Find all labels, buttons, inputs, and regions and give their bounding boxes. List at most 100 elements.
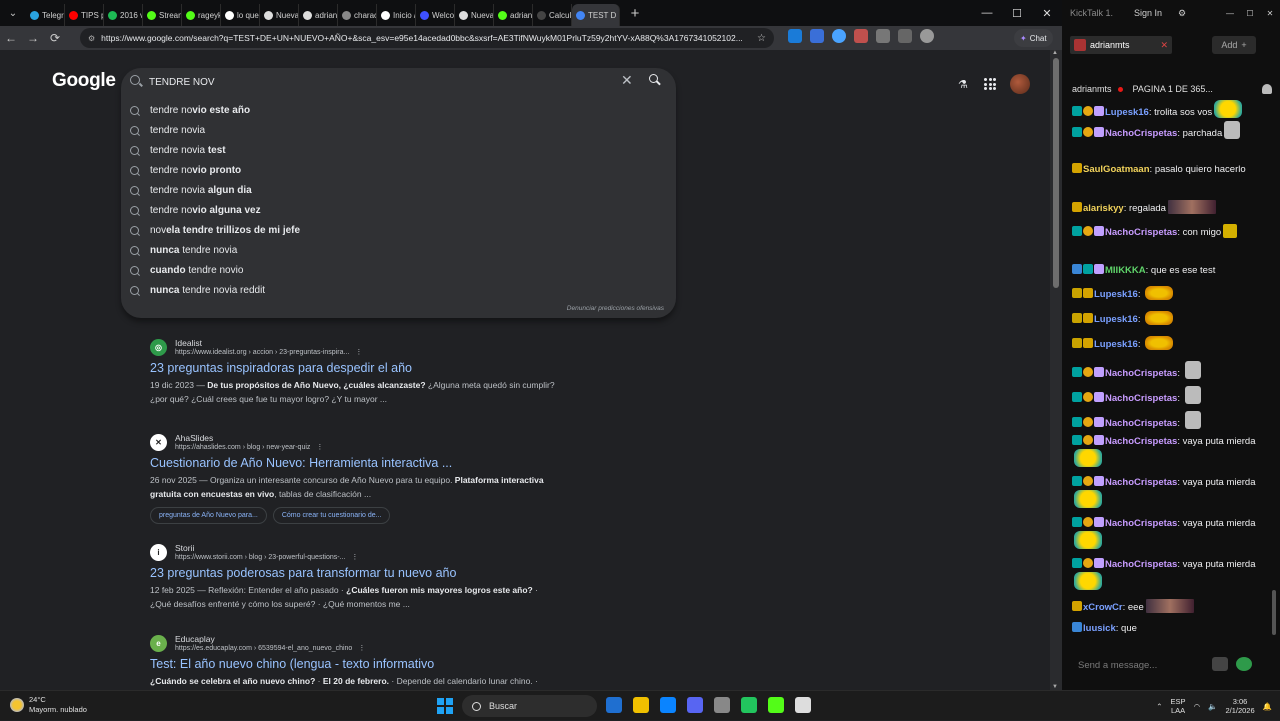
taskbar-app-icon[interactable] — [687, 697, 703, 713]
bookmark-star-icon[interactable]: ☆ — [757, 33, 766, 44]
labs-flask-icon[interactable]: ⚗ — [958, 78, 970, 91]
chat-username[interactable]: alariskyy — [1083, 203, 1124, 214]
kick-emote-icon[interactable] — [1212, 657, 1228, 671]
google-apps-icon[interactable] — [984, 78, 996, 90]
result-site-row[interactable]: i Storii https://www.storii.com › blog › 2… — [150, 543, 570, 561]
chat-username[interactable]: Lupesk16 — [1094, 314, 1138, 325]
chat-username[interactable]: Lupesk16 — [1094, 289, 1138, 300]
taskbar-app-icon[interactable] — [768, 697, 784, 713]
taskbar-app-icon[interactable] — [660, 697, 676, 713]
suggestion-item[interactable]: cuando tendre novio — [121, 260, 676, 280]
result-menu-icon[interactable]: ⋮ — [351, 554, 358, 561]
extension-gray-icon[interactable] — [876, 29, 890, 43]
chat-username[interactable]: NachoCrispetas — [1105, 393, 1177, 404]
taskbar-app-icon[interactable] — [606, 697, 622, 713]
chat-username[interactable]: NachoCrispetas — [1105, 518, 1177, 529]
message-input[interactable]: Send a message... — [1070, 652, 1210, 678]
browser-tab[interactable]: Nueva✕ — [260, 4, 299, 26]
language-indicator[interactable]: ESP LAA — [1171, 697, 1186, 715]
gemini-chat-button[interactable]: ✦ Chat — [1014, 29, 1053, 47]
new-tab-button[interactable]: + — [624, 2, 646, 24]
suggestion-item[interactable]: tendre novio alguna vez — [121, 200, 676, 220]
suggestion-item[interactable]: tendre novia test — [121, 140, 676, 160]
suggestion-item[interactable]: nunca tendre novia — [121, 240, 676, 260]
notifications-icon[interactable]: 🔔 — [1263, 702, 1272, 711]
browser-tab[interactable]: adrian✕ — [299, 4, 338, 26]
clock[interactable]: 3:06 2/1/2026 — [1225, 697, 1254, 715]
scroll-up-icon[interactable]: ▲ — [1052, 50, 1058, 56]
volume-icon[interactable]: 🔈 — [1208, 702, 1217, 711]
result-site-row[interactable]: ✕ AhaSlides https://ahaslides.com › blog ›… — [150, 433, 570, 451]
tab-search-menu-icon[interactable]: ⌄ — [0, 0, 26, 26]
browser-tab[interactable]: Stream✕ — [143, 4, 182, 26]
google-logo[interactable]: Google — [52, 70, 116, 92]
extension-red-icon[interactable] — [854, 29, 868, 43]
forward-icon[interactable]: → — [22, 27, 44, 49]
chat-username[interactable]: NachoCrispetas — [1105, 128, 1177, 139]
back-icon[interactable]: ← — [0, 27, 22, 49]
add-channel-button[interactable]: Add + — [1212, 36, 1256, 54]
result-menu-icon[interactable]: ⋮ — [355, 349, 362, 356]
maximize-icon[interactable]: ☐ — [1002, 0, 1032, 26]
clear-search-icon[interactable]: ✕ — [621, 72, 633, 89]
chat-username[interactable]: Lupesk16 — [1094, 339, 1138, 350]
extension-blue-icon[interactable] — [832, 29, 846, 43]
sign-in-button[interactable]: Sign In — [1134, 8, 1162, 18]
browser-tab[interactable]: rageyk✕ — [182, 4, 221, 26]
user-list-icon[interactable] — [1262, 84, 1272, 94]
reload-icon[interactable]: ⟳ — [44, 27, 66, 49]
profile-avatar-icon[interactable] — [920, 29, 934, 43]
chat-username[interactable]: NachoCrispetas — [1105, 477, 1177, 488]
site-info-icon[interactable]: ⚙ — [88, 34, 95, 43]
chat-username[interactable]: xCrowCr — [1083, 602, 1123, 613]
weather-widget[interactable]: 24°C Mayorm. nublado — [10, 695, 87, 715]
address-bar[interactable]: ⚙ https://www.google.com/search?q=TEST+D… — [80, 28, 774, 48]
browser-tab[interactable]: Welco✕ — [416, 4, 455, 26]
chat-username[interactable]: NachoCrispetas — [1105, 227, 1177, 238]
related-chip[interactable]: preguntas de Año Nuevo para... — [150, 507, 267, 524]
result-title-link[interactable]: Cuestionario de Año Nuevo: Herramienta i… — [150, 456, 570, 470]
taskbar-app-icon[interactable] — [633, 697, 649, 713]
tab-close-icon[interactable]: ✕ — [619, 11, 620, 20]
search-submit-icon[interactable] — [649, 74, 661, 86]
result-title-link[interactable]: 23 preguntas inspiradoras para despedir … — [150, 361, 570, 375]
browser-tab[interactable]: Telegr✕ — [26, 4, 65, 26]
chat-username[interactable]: luusick — [1083, 623, 1116, 634]
taskbar-app-icon[interactable] — [714, 697, 730, 713]
extension-kick-icon[interactable] — [788, 29, 802, 43]
extensions-puzzle-icon[interactable] — [898, 29, 912, 43]
result-site-row[interactable]: ◎ Idealist https://www.idealist.org › acci… — [150, 338, 570, 356]
browser-tab[interactable]: TEST D✕ — [572, 4, 620, 26]
start-button-icon[interactable] — [437, 698, 453, 714]
scrollbar-thumb[interactable] — [1053, 58, 1059, 288]
browser-tab[interactable]: lo que✕ — [221, 4, 260, 26]
browser-tab[interactable]: charac✕ — [338, 4, 377, 26]
tray-overflow-icon[interactable]: ⌃ — [1156, 702, 1162, 711]
chat-scrollbar[interactable] — [1270, 100, 1278, 645]
minimize-icon[interactable]: — — [972, 0, 1002, 26]
browser-tab[interactable]: Nueva✕ — [455, 4, 494, 26]
suggestion-item[interactable]: tendre novia algun dia — [121, 180, 676, 200]
chat-username[interactable]: SaulGoatmaan — [1083, 164, 1150, 175]
page-scrollbar[interactable]: ▲ ▼ — [1050, 50, 1062, 690]
kt-minimize-icon[interactable]: — — [1220, 9, 1240, 18]
suggestion-item[interactable]: nunca tendre novia reddit — [121, 280, 676, 300]
browser-tab[interactable]: TIPS p✕ — [65, 4, 104, 26]
taskbar-app-icon[interactable] — [795, 697, 811, 713]
settings-gear-icon[interactable]: ⚙ — [1178, 8, 1186, 19]
result-title-link[interactable]: 23 preguntas poderosas para transformar … — [150, 566, 570, 580]
taskbar-app-icon[interactable] — [741, 697, 757, 713]
emoji-picker-icon[interactable] — [1236, 657, 1252, 671]
search-input[interactable] — [149, 72, 589, 92]
chat-username[interactable]: NachoCrispetas — [1105, 559, 1177, 570]
chat-username[interactable]: Lupesk16 — [1105, 107, 1149, 118]
suggestion-item[interactable]: tendre novia — [121, 120, 676, 140]
report-predictions-link[interactable]: Denunciar predicciones ofensivas — [567, 305, 664, 312]
close-channel-icon[interactable]: ✕ — [1160, 40, 1168, 51]
chat-username[interactable]: MIIKKKA — [1105, 265, 1146, 276]
result-site-row[interactable]: e Educaplay https://es.educaplay.com › 653… — [150, 634, 570, 652]
browser-tab[interactable]: 2016 v✕ — [104, 4, 143, 26]
chat-username[interactable]: NachoCrispetas — [1105, 418, 1177, 429]
account-avatar[interactable] — [1010, 74, 1030, 94]
related-chip[interactable]: Cómo crear tu cuestionario de... — [272, 507, 391, 524]
